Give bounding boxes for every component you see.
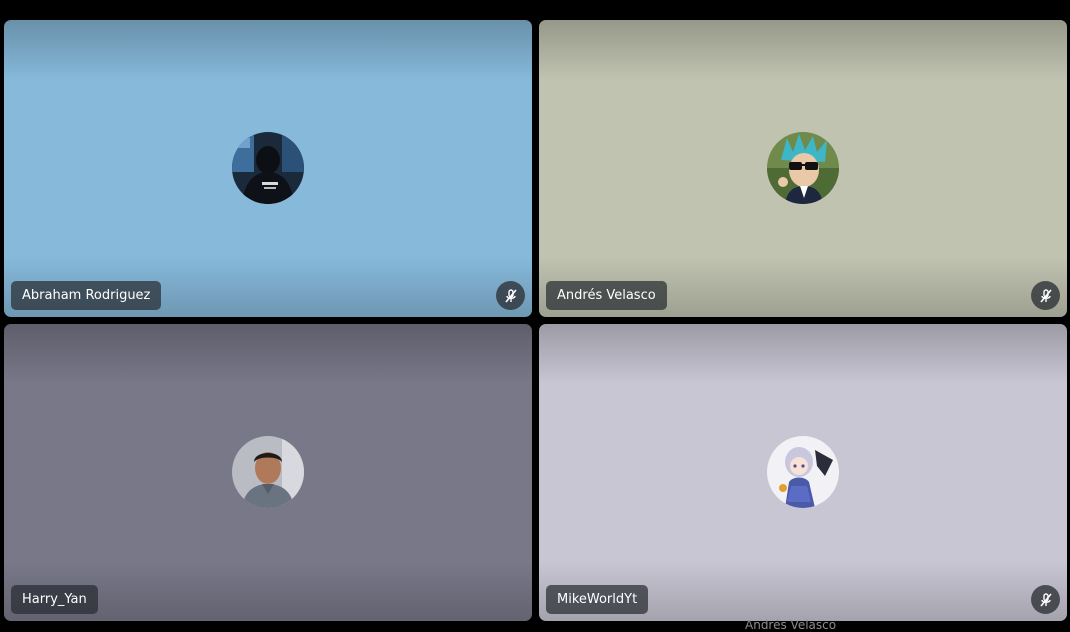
mic-off-icon[interactable] [1031,281,1060,310]
participant-name: Harry_Yan [11,585,98,614]
person-photo-avatar-icon [232,436,304,508]
anime-character-avatar-icon [767,436,839,508]
mic-off-icon[interactable] [496,281,525,310]
participant-name: Andrés Velasco [546,281,667,310]
mic-off-icon[interactable] [1031,585,1060,614]
participant-tile[interactable]: Abraham Rodriguez [4,20,532,317]
person-hoodie-avatar-icon [232,132,304,204]
video-grid: Abraham Rodriguez Andrés Velasco Harry_Y… [4,20,1068,622]
participant-avatar [767,132,839,204]
participant-avatar [232,436,304,508]
participant-avatar [767,436,839,508]
cartoon-scientist-avatar-icon [767,132,839,204]
participant-tile[interactable]: MikeWorldYt [539,324,1067,621]
participant-name: MikeWorldYt [546,585,649,614]
participant-avatar [232,132,304,204]
partial-caption: Andrés Velasco [745,618,837,632]
participant-name: Abraham Rodriguez [11,281,162,310]
participant-tile[interactable]: Andrés Velasco [539,20,1067,317]
participant-tile[interactable]: Harry_Yan [4,324,532,621]
